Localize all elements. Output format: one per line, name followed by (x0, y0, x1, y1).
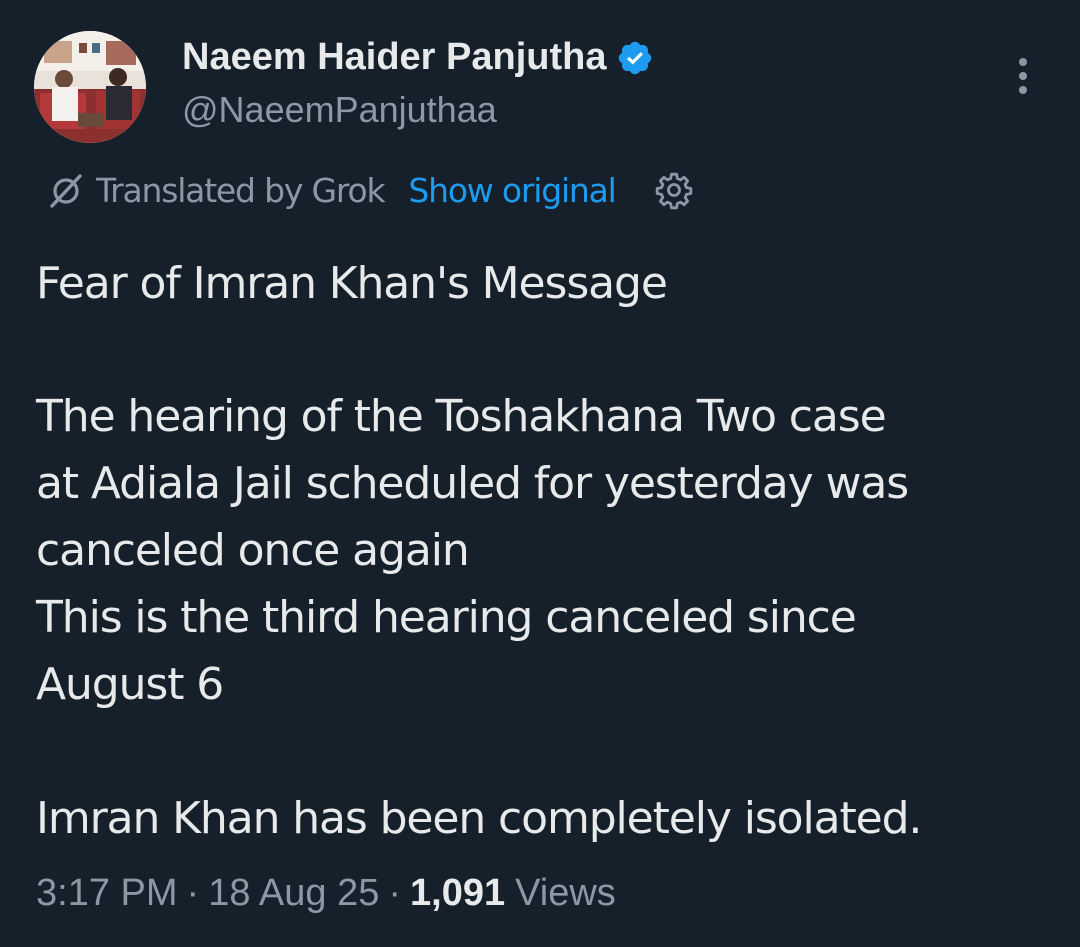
more-options-icon[interactable] (1008, 56, 1038, 96)
author-handle[interactable]: @NaeemPanjuthaa (182, 89, 497, 131)
post-line: This is the third hearing canceled since (36, 592, 857, 643)
post-line: canceled once again (36, 525, 470, 576)
views-label: Views (515, 872, 616, 914)
meta-separator: · (388, 872, 402, 914)
show-original-link[interactable]: Show original (408, 171, 616, 210)
verified-badge-icon (619, 41, 652, 74)
translation-bar: Translated by Grok Show original (46, 168, 694, 212)
meta-separator: · (186, 872, 200, 914)
author-name-text[interactable]: Naeem Haider Panjutha (182, 36, 606, 79)
post-title: Fear of Imran Khan's Message (36, 258, 668, 309)
author-name[interactable]: Naeem Haider Panjutha (182, 36, 654, 79)
post-line: August 6 (36, 659, 224, 710)
post-line: at Adiala Jail scheduled for yesterday w… (36, 458, 909, 509)
gear-icon[interactable] (654, 170, 694, 210)
post-date[interactable]: 18 Aug 25 (208, 872, 379, 915)
views-count: 1,091 (410, 872, 506, 914)
avatar[interactable] (34, 31, 146, 143)
post-meta: 3:17 PM · 18 Aug 25 · 1,091 Views (36, 872, 616, 915)
grok-icon (50, 174, 82, 208)
translated-by-label: Translated by Grok (96, 170, 386, 210)
post-closing: Imran Khan has been completely isolated. (36, 793, 922, 844)
post-line: The hearing of the Toshakhana Two case (36, 391, 887, 442)
post-detail: Naeem Haider Panjutha @NaeemPanjuthaa Tr… (0, 0, 1080, 947)
post-time[interactable]: 3:17 PM (36, 872, 178, 915)
